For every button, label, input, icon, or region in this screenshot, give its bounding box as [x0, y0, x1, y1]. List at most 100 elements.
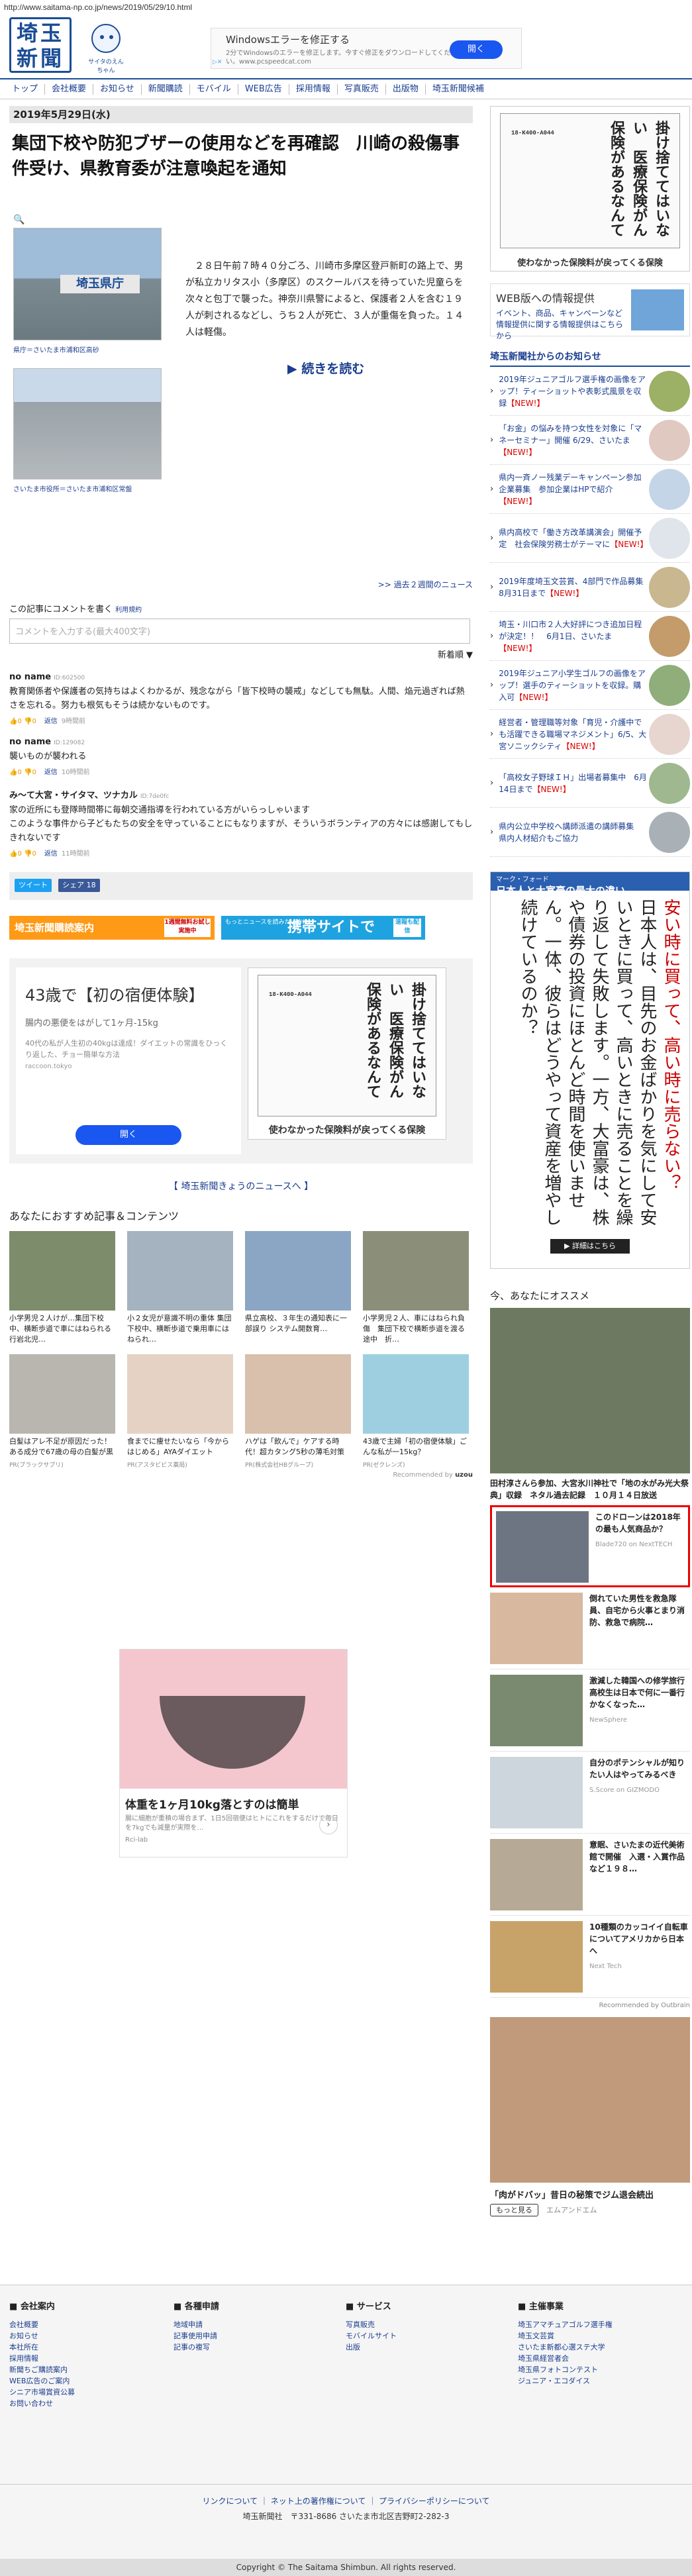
- osusume-text[interactable]: 意眠、さいたまの近代美術館で開催 入選・入賞作品など１９８…: [583, 1839, 690, 1910]
- footer-link[interactable]: 会社概要: [9, 2319, 155, 2330]
- oshirase-label[interactable]: 「お金」の悩みを持つ女性を対象に「マネーセミナー」開催 6/29、さいたま: [499, 424, 642, 445]
- oshirase-text[interactable]: 2019年ジュニア小学生ゴルフの画像をアップ！選手のティーショットを収録。購入可…: [493, 668, 649, 703]
- footer-link[interactable]: 出版: [346, 2342, 491, 2353]
- insurance-ad[interactable]: 18-K400-A044 掛け捨ててはいない 医療保険がん保険があるなんて 使わな…: [248, 967, 446, 1140]
- oshirase-text[interactable]: 県内高校で「働き方改革講演会」開催予定 社会保険労務士がテーマに【NEW!】: [493, 526, 649, 550]
- gym-ad-image[interactable]: [490, 2017, 690, 2183]
- gym-ad-caption[interactable]: 「肉がドバッ」昔日の秘策でジム退会続出: [490, 2188, 690, 2201]
- recommend-card[interactable]: 43歳で主婦「初の宿便体験」ごんな私が一15kg？ PR(ゼクレンズ): [363, 1354, 469, 1469]
- recommend-image[interactable]: [245, 1354, 351, 1434]
- footer-link[interactable]: モバイルサイト: [346, 2330, 491, 2342]
- site-logo[interactable]: 埼玉新聞: [9, 17, 72, 73]
- side-insurance-ad[interactable]: 18-K400-A044 掛け捨ててはいない 医療保険がん保険があるなんて 使わな…: [490, 106, 690, 272]
- today-news-link[interactable]: 【 埼玉新聞きょうのニュースへ 】: [9, 1179, 473, 1193]
- osusume-image[interactable]: [490, 1921, 583, 1993]
- nav-recruit[interactable]: 採用情報: [289, 83, 338, 95]
- footer-link[interactable]: 埼玉文芸賞: [518, 2330, 664, 2342]
- recommend-title[interactable]: ハゲは「飲んで」ケアする時代！超カタング5秒の薄毛対策: [245, 1436, 351, 1459]
- footer-link[interactable]: お知らせ: [9, 2330, 155, 2342]
- top-ad[interactable]: Windowsエラーを修正する 2分でWindowsのエラーを修正します。今すぐ…: [211, 28, 522, 69]
- osusume-item[interactable]: 激減した韓国への修学旅行 高校生は日本で何に一番行かなくなった… NewSpher…: [490, 1669, 690, 1752]
- oshirase-item[interactable]: › 県内一斉ノー残業デーキャンペーン参加企業募集 参加企業はHPで紹介【NEW!】: [490, 465, 690, 514]
- oshirase-item[interactable]: › 2019年ジュニア小学生ゴルフの画像をアップ！選手のティーショットを収録。購入…: [490, 661, 690, 710]
- recommend-image[interactable]: [127, 1231, 233, 1311]
- chevron-right-icon[interactable]: ›: [319, 1816, 338, 1834]
- oshirase-text[interactable]: 県内公立中学校へ講師派遣の講師募集 県内人材紹介もご協力: [493, 820, 649, 844]
- oshirase-text[interactable]: 経営者・管理職等対象「育児・介護中でも活躍できる職場マネジメント」6/5、大宮ソ…: [493, 717, 649, 752]
- footer-link[interactable]: WEB広告のご案内: [9, 2375, 155, 2387]
- recommend-card[interactable]: 白髪はアレ不足が原因だった！ある成分で67歳の母の白髪が黒入るよう… PR(ブラッ…: [9, 1354, 115, 1469]
- gym-ad-more-button[interactable]: もっと見る: [490, 2204, 538, 2216]
- osusume-title[interactable]: 激減した韓国への修学旅行 高校生は日本で何に一番行かなくなった…: [589, 1676, 685, 1709]
- osusume-image[interactable]: [496, 1511, 589, 1583]
- tweet-button[interactable]: ツイート: [15, 879, 52, 892]
- footer-link[interactable]: お問い合わせ: [9, 2398, 155, 2409]
- recommend-card[interactable]: 食までに痩せたいなら「今からはじめる」AYAダイエット PR(アスタビビス薬局): [127, 1354, 233, 1469]
- osusume-title[interactable]: 倒れていた男性を救急隊員、自宅から火事とまり消防、救急で病院…: [589, 1594, 685, 1627]
- mascot[interactable]: サイタのえんちゃん: [86, 24, 126, 74]
- osusume-top-caption[interactable]: 田村淳さんら参加、大宮氷川神社で「地の水がみ光大祭典」収録 ネタル過去記録 １０…: [490, 1477, 690, 1501]
- recommend-title[interactable]: 43歳で主婦「初の宿便体験」ごんな私が一15kg？: [363, 1436, 469, 1459]
- recommend-card[interactable]: 小２女児が意識不明の重体 集団下校中、横断歩道で乗用車にはねられ…: [127, 1231, 233, 1345]
- recommend-image[interactable]: [127, 1354, 233, 1434]
- oshirase-label[interactable]: 県内公立中学校へ講師派遣の講師募集 県内人材紹介もご協力: [499, 822, 642, 843]
- recommend-image[interactable]: [245, 1231, 351, 1311]
- facebook-share-button[interactable]: シェア 18: [58, 879, 100, 892]
- osusume-item[interactable]: 10種類のカッコイイ自転車についてアメリカから日本へ Next Tech: [490, 1916, 690, 1998]
- recommend-title[interactable]: 食までに痩せたいなら「今からはじめる」AYAダイエット: [127, 1436, 233, 1459]
- osusume-item[interactable]: 倒れていた男性を救急隊員、自宅から火事とまり消防、救急で病院…: [490, 1587, 690, 1669]
- article-photo-2[interactable]: [13, 368, 162, 479]
- terms-link[interactable]: 利用規約: [115, 607, 142, 614]
- footer-link[interactable]: 地域申請: [173, 2319, 319, 2330]
- article-photo-1[interactable]: 埼玉県庁: [13, 228, 162, 340]
- like-icon[interactable]: 👍0 👎0: [9, 769, 36, 776]
- like-icon[interactable]: 👍0 👎0: [9, 718, 36, 725]
- recommend-image[interactable]: [363, 1231, 469, 1311]
- nav-mobile[interactable]: モバイル: [190, 83, 238, 95]
- pants-ad-title[interactable]: 体重を1ヶ月10kg落とすのは簡単: [120, 1789, 347, 1814]
- osusume-item[interactable]: 自分のポテンシャルが知りたい人はやってみるべき S.Score on GIZMOD…: [490, 1752, 690, 1834]
- footer-link[interactable]: 記事の複写: [173, 2342, 319, 2353]
- recommend-card[interactable]: 県立高校、３年生の通知表に一部誤り システム開数育…: [245, 1231, 351, 1345]
- oshirase-item[interactable]: › 経営者・管理職等対象「育児・介護中でも活躍できる職場マネジメント」6/5、大宮…: [490, 710, 690, 759]
- footer-link[interactable]: 記事使用申請: [173, 2330, 319, 2342]
- osusume-item[interactable]: 意眠、さいたまの近代美術館で開催 入選・入賞作品など１９８…: [490, 1834, 690, 1916]
- read-more-label[interactable]: 続きを読む: [301, 362, 364, 376]
- osusume-text[interactable]: このドローンは2018年の最も人気商品か？ Blade720 on NextTEC…: [589, 1511, 684, 1581]
- footer-link[interactable]: 埼玉県経営者会: [518, 2353, 664, 2364]
- recommend-image[interactable]: [9, 1231, 115, 1311]
- recommended-by[interactable]: Recommended by uzou: [9, 1471, 473, 1479]
- osusume-top-image[interactable]: [490, 1308, 690, 1473]
- osusume-title[interactable]: 自分のポテンシャルが知りたい人はやってみるべき: [589, 1758, 685, 1779]
- nav-web-ad[interactable]: WEB広告: [238, 83, 289, 95]
- oshirase-text[interactable]: 2019年ジュニアゴルフ選手権の画像をアップ！ティーショットや表彰式風景を収録【…: [493, 373, 649, 409]
- recommend-card[interactable]: 小学男児２人、車にはねられ負傷 集団下校で横断歩道を渡る途中 折…: [363, 1231, 469, 1345]
- nav-candidate[interactable]: 埼玉新聞候補: [426, 84, 491, 95]
- comment-sort-select[interactable]: 新着順 ▼: [9, 648, 473, 660]
- osusume-text[interactable]: 倒れていた男性を救急隊員、自宅から火事とまり消防、救急で病院…: [583, 1593, 690, 1663]
- osusume-title[interactable]: 意眠、さいたまの近代美術館で開催 入選・入賞作品など１９８…: [589, 1840, 685, 1873]
- oshirase-text[interactable]: 埼玉・川口市２人大好評につき追加日程が決定！！ 6月1日、さいたま【NEW!】: [493, 619, 649, 654]
- oshirase-text[interactable]: 「お金」の悩みを持つ女性を対象に「マネーセミナー」開催 6/29、さいたま【NE…: [493, 422, 649, 458]
- footer-policy-links[interactable]: リンクについて ｜ ネット上の著作権について ｜ プライバシーポリシーについて: [0, 2495, 692, 2506]
- recommend-title[interactable]: 白髪はアレ不足が原因だった！ある成分で67歳の母の白髪が黒入るよう…: [9, 1436, 115, 1459]
- oshirase-item[interactable]: › 2019年ジュニアゴルフ選手権の画像をアップ！ティーショットや表彰式風景を収録…: [490, 367, 690, 416]
- osusume-text[interactable]: 自分のポテンシャルが知りたい人はやってみるべき S.Score on GIZMOD…: [583, 1757, 690, 1828]
- nav-top[interactable]: トップ: [5, 83, 46, 95]
- osusume-image[interactable]: [490, 1675, 583, 1746]
- top-ad-open-button[interactable]: 開く: [450, 40, 503, 59]
- oshirase-item[interactable]: › 「お金」の悩みを持つ女性を対象に「マネーセミナー」開催 6/29、さいたま【N…: [490, 416, 690, 465]
- investment-ad-button[interactable]: ▶ 詳細はこちら: [550, 1239, 630, 1254]
- nav-subscribe[interactable]: 新聞購読: [142, 83, 190, 95]
- osusume-title[interactable]: このドローンは2018年の最も人気商品か？: [595, 1512, 681, 1534]
- oshirase-item[interactable]: › 県内高校で「働き方改革講演会」開催予定 社会保険労務士がテーマに【NEW!】: [490, 514, 690, 563]
- oshirase-text[interactable]: 県内一斉ノー残業デーキャンペーン参加企業募集 参加企業はHPで紹介【NEW!】: [493, 471, 649, 507]
- investment-ad[interactable]: マーク・フォード 日本人と大富豪の最大の違い 安い時に買って、高い時に売らない？日…: [490, 871, 690, 1269]
- pants-ad-image[interactable]: [120, 1650, 347, 1789]
- oshirase-item[interactable]: › 2019年度埼玉文芸賞、4部門で作品募集 8月31日まで【NEW!】: [490, 563, 690, 612]
- osusume-image[interactable]: [490, 1593, 583, 1664]
- recommend-title[interactable]: 小学男児２人、車にはねられ負傷 集団下校で横断歩道を渡る途中 折…: [363, 1313, 469, 1345]
- recommend-card[interactable]: ハゲは「飲んで」ケアする時代！超カタング5秒の薄毛対策 PR(株式会社HBグループ…: [245, 1354, 351, 1469]
- pants-ad[interactable]: 体重を1ヶ月10kg落とすのは簡単 腸に細胞が重積の場合まず、1日5回宿便はヒト…: [119, 1649, 348, 1858]
- oshirase-label[interactable]: 「高校女子野球ＩＨ」出場者募集中 6月14日まで: [499, 773, 647, 794]
